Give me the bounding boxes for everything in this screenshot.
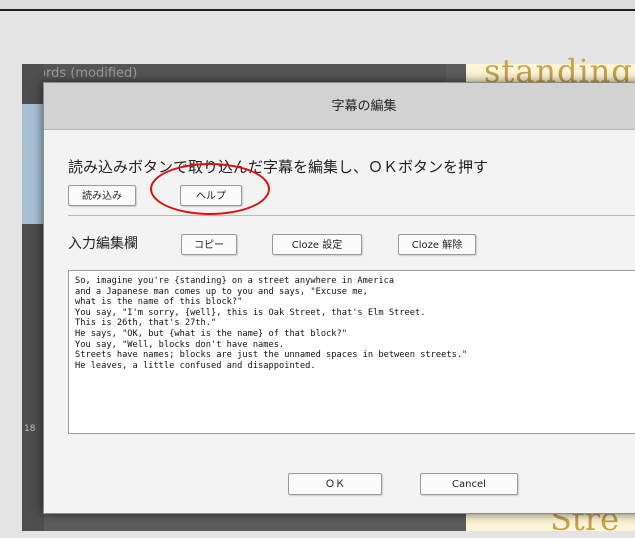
background-app-left-panel: or 18	[22, 64, 44, 531]
cloze-set-button[interactable]: Cloze 設定	[272, 234, 362, 255]
background-blue-area	[22, 104, 44, 224]
cloze-clear-button[interactable]: Cloze 解除	[398, 234, 476, 255]
divider	[68, 215, 635, 216]
help-highlight-circle	[150, 163, 270, 215]
copy-button[interactable]: コピー	[181, 234, 237, 255]
background-app-title: Words (modified)	[22, 64, 446, 84]
instruction-text: 読み込みボタンで取り込んだ字幕を編集し、ＯＫボタンを押す	[68, 158, 489, 176]
cancel-button[interactable]: Cancel	[420, 473, 518, 495]
background-left-number: 18	[24, 424, 36, 434]
load-button[interactable]: 読み込み	[68, 185, 136, 206]
subtitle-text-editor[interactable]: So, imagine you're {standing} on a stree…	[68, 270, 635, 434]
background-left-label: or	[24, 148, 36, 161]
subtitle-edit-dialog: 字幕の編集 読み込みボタンで取り込んだ字幕を編集し、ＯＫボタンを押す 読み込み …	[43, 82, 635, 514]
dialog-title: 字幕の編集	[44, 83, 635, 130]
top-strip	[0, 0, 635, 11]
ok-button[interactable]: ＯＫ	[288, 473, 382, 495]
input-edit-label: 入力編集欄	[68, 236, 138, 252]
